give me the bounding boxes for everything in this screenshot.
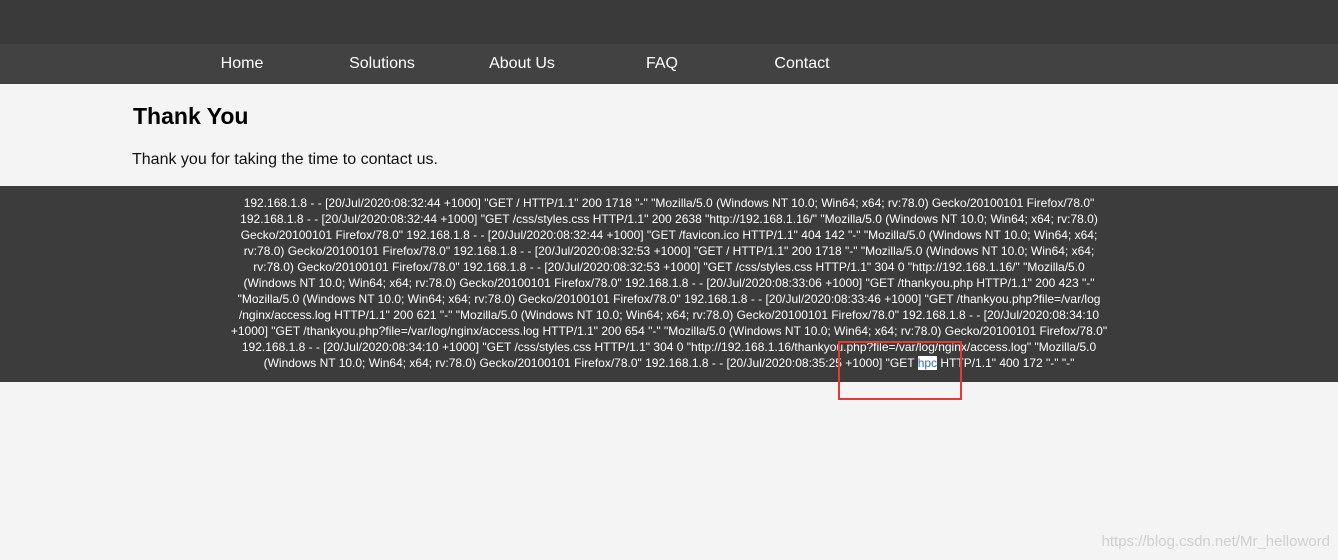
main-content: Thank You Thank you for taking the time … xyxy=(0,84,1338,186)
nav-about-us-link[interactable]: About Us xyxy=(477,44,567,84)
nav-solutions-link[interactable]: Solutions xyxy=(337,44,427,84)
log-line: rv:78.0) Gecko/20100101 Firefox/78.0" 19… xyxy=(253,260,1085,274)
log-line: 192.168.1.8 - - [20/Jul/2020:08:34:10 +1… xyxy=(241,340,1097,354)
thank-you-message: Thank you for taking the time to contact… xyxy=(132,151,438,168)
log-line: (Windows NT 10.0; Win64; x64; rv:78.0) G… xyxy=(243,276,1095,290)
watermark: https://blog.csdn.net/Mr_helloword xyxy=(1101,533,1330,550)
nav-contact-link[interactable]: Contact xyxy=(762,44,842,84)
nav-home-link[interactable]: Home xyxy=(202,44,282,84)
log-line: 192.168.1.8 - - [20/Jul/2020:08:32:44 +1… xyxy=(240,212,1098,226)
log-line: 192.168.1.8 - - [20/Jul/2020:08:32:44 +1… xyxy=(243,196,1095,210)
log-line: Gecko/20100101 Firefox/78.0" 192.168.1.8… xyxy=(240,228,1098,242)
access-log-output: 192.168.1.8 - - [20/Jul/2020:08:32:44 +1… xyxy=(0,186,1338,382)
log-line: "Mozilla/5.0 (Windows NT 10.0; Win64; x6… xyxy=(237,292,1101,306)
log-line: +1000] "GET /thankyou.php?file=/var/log/… xyxy=(230,324,1108,338)
nav-faq-link[interactable]: FAQ xyxy=(632,44,692,84)
log-text-after-highlight: HTTP/1.1" 400 172 "-" "-" xyxy=(937,356,1075,370)
top-header-bar xyxy=(0,0,1338,44)
highlighted-selection[interactable]: hpc xyxy=(917,356,938,370)
log-line: /nginx/access.log HTTP/1.1" 200 621 "-" … xyxy=(238,308,1100,322)
log-line: rv:78.0) Gecko/20100101 Firefox/78.0" 19… xyxy=(243,244,1095,258)
log-text-before-highlight: (Windows NT 10.0; Win64; x64; rv:78.0) G… xyxy=(263,356,918,370)
main-navigation: Home Solutions About Us FAQ Contact xyxy=(0,44,1338,84)
page-title: Thank You xyxy=(133,103,249,129)
log-line-last: (Windows NT 10.0; Win64; x64; rv:78.0) G… xyxy=(50,355,1288,371)
